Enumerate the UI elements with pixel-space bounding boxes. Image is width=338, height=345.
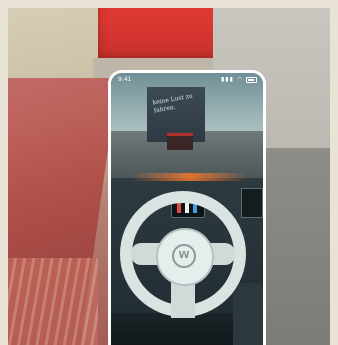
status-icons: ▮▮▮ ◠ — [221, 73, 257, 87]
wifi-icon: ◠ — [236, 76, 244, 83]
seat — [233, 283, 263, 345]
striped-pavement — [8, 258, 98, 345]
car-ahead — [167, 133, 193, 150]
smartphone: keine Lust zu fahren. W 9:41 ▮▮▮ ◠ — [108, 70, 266, 345]
side-display — [241, 188, 263, 218]
status-time: 9:41 — [118, 76, 132, 83]
vw-logo-icon: W — [172, 244, 196, 268]
phone-screen: keine Lust zu fahren. W 9:41 ▮▮▮ ◠ — [111, 73, 263, 345]
red-shelter — [98, 8, 223, 63]
status-bar: 9:41 ▮▮▮ ◠ — [111, 73, 263, 87]
battery-icon — [246, 76, 257, 83]
truck-lettering: keine Lust zu fahren. — [152, 92, 194, 115]
ambient-light-strip — [131, 173, 249, 181]
signal-icon: ▮▮▮ — [221, 76, 234, 83]
background-photo: keine Lust zu fahren. W 9:41 ▮▮▮ ◠ — [8, 8, 330, 345]
